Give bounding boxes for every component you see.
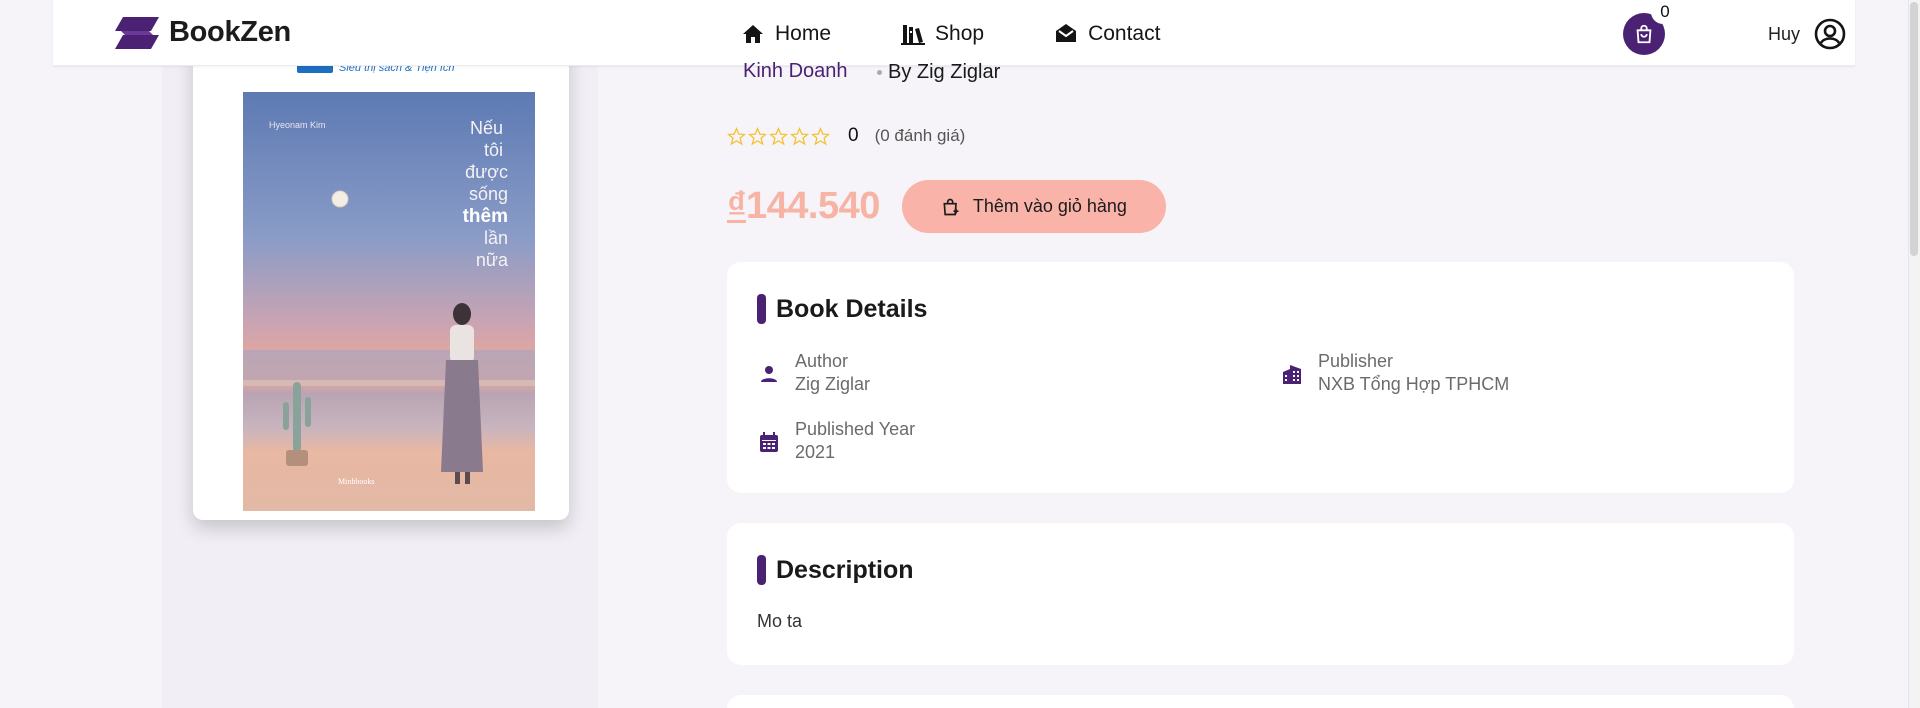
page-scrollbar[interactable] <box>1908 0 1920 708</box>
book-details-title: Book Details <box>776 294 928 323</box>
brand-logo[interactable]: BookZen <box>115 16 291 49</box>
calendar-icon <box>760 432 778 452</box>
author-value: Zig Ziglar <box>795 374 871 394</box>
star-icon <box>790 126 809 145</box>
description-text: Mo ta <box>757 611 803 631</box>
rating-count: (0 đánh giá) <box>874 126 966 145</box>
nav-shop-label: Shop <box>935 22 985 45</box>
nav-home[interactable]: Home <box>741 22 831 46</box>
cover-title-2: tôi <box>484 140 503 160</box>
publisher-label: Publisher <box>1318 351 1394 371</box>
year-value: 2021 <box>795 442 836 462</box>
star-rating[interactable] <box>727 126 830 146</box>
cover-title-6: lần <box>484 228 508 248</box>
separator-dot <box>877 70 882 75</box>
cover-author: Hyeonam Kim <box>269 120 326 130</box>
heading-accent-bar <box>757 555 766 585</box>
nav-home-label: Home <box>775 22 832 45</box>
cover-title-3: được <box>465 162 508 182</box>
main-nav: Home Shop Contact <box>741 22 1230 46</box>
cover-title-4: sống <box>469 184 508 204</box>
publisher-value: NXB Tổng Hợp TPHCM <box>1318 374 1510 394</box>
author-label: Author <box>795 351 849 371</box>
byline-text: By Zig Ziglar <box>888 61 1001 83</box>
author-byline: By Zig Ziglar <box>877 61 1000 84</box>
user-name: Huy <box>1768 23 1801 44</box>
cover-title-1: Nếu <box>470 118 503 138</box>
mail-icon <box>1056 24 1077 42</box>
description-title: Description <box>776 555 914 584</box>
heading-accent-bar <box>757 294 766 324</box>
book-cover-card: Siêu thị sách & Tiện ích Nếu tôi được số… <box>193 40 569 520</box>
star-icon <box>769 126 788 145</box>
year-label: Published Year <box>795 419 916 439</box>
shopping-bag-icon <box>1636 24 1652 44</box>
nav-contact-label: Contact <box>1088 22 1161 45</box>
category-link[interactable]: Kinh Doanh <box>743 60 848 83</box>
description-heading: Description <box>757 555 914 585</box>
year-detail: Published Year 2021 <box>757 418 915 464</box>
star-icon <box>727 126 746 145</box>
add-to-cart-label: Thêm vào giỏ hàng <box>972 196 1127 216</box>
book-details-panel: Book Details Author Zig Ziglar Publisher… <box>727 262 1794 493</box>
book-cover-image: Nếu tôi được sống thêm lần nữa Hyeonam K… <box>243 92 535 511</box>
cover-title-5: thêm <box>463 206 508 227</box>
description-panel: Description Mo ta <box>727 523 1794 665</box>
home-icon <box>743 25 763 43</box>
price: ₫144.540 <box>727 185 880 228</box>
person-icon <box>761 366 777 382</box>
nav-contact[interactable]: Contact <box>1054 22 1160 46</box>
user-menu[interactable]: Huy <box>1768 18 1846 50</box>
author-detail: Author Zig Ziglar <box>757 350 870 396</box>
bookzen-logo-icon <box>115 16 159 49</box>
cover-publisher-mark: Minhbooks <box>338 477 374 486</box>
cover-title-7: nữa <box>476 250 509 270</box>
next-panel <box>727 695 1794 708</box>
price-row: ₫144.540 Thêm vào giỏ hàng <box>727 180 1166 233</box>
user-circle-icon <box>1814 18 1846 50</box>
building-icon <box>1283 365 1301 384</box>
cart-add-icon <box>943 198 959 215</box>
star-icon <box>811 126 830 145</box>
scrollbar-thumb[interactable] <box>1910 2 1918 256</box>
price-value: 144.540 <box>746 185 880 227</box>
books-icon <box>901 25 926 45</box>
currency-symbol: ₫ <box>727 185 747 227</box>
add-to-cart-button[interactable]: Thêm vào giỏ hàng <box>901 180 1166 233</box>
nav-shop[interactable]: Shop <box>901 22 984 46</box>
brand-name: BookZen <box>169 16 291 48</box>
cart-count-badge: 0 <box>1651 0 1679 24</box>
top-navbar: BookZen Home Shop Contact 0 Huy <box>53 0 1855 66</box>
rating-row: 0 (0 đánh giá) <box>727 125 965 147</box>
book-details-heading: Book Details <box>757 294 927 324</box>
star-icon <box>748 126 767 145</box>
rating-value: 0 <box>848 125 859 146</box>
publisher-detail: Publisher NXB Tổng Hợp TPHCM <box>1280 350 1509 396</box>
